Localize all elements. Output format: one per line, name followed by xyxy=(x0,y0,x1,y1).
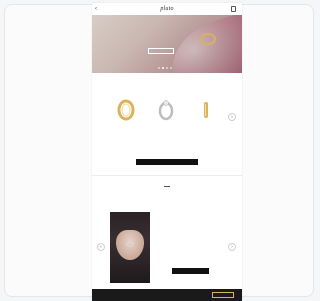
look-image[interactable] xyxy=(110,212,150,283)
hero-banner[interactable] xyxy=(92,15,242,73)
hero-cta-button[interactable] xyxy=(148,48,174,54)
carousel-dots xyxy=(158,67,178,70)
carousel-dot[interactable] xyxy=(158,67,160,69)
look-caption xyxy=(168,255,212,263)
looks-title xyxy=(92,189,242,195)
ring-icon xyxy=(117,99,135,121)
bestsellers-title xyxy=(92,83,242,89)
section-divider xyxy=(92,175,242,176)
mobile-page: ‹ pluto › ‹ › xyxy=(92,3,242,301)
chevron-right-icon[interactable]: › xyxy=(228,243,236,251)
product-card[interactable] xyxy=(146,98,186,143)
chevron-left-icon[interactable]: ‹ xyxy=(95,6,101,12)
product-card[interactable] xyxy=(186,98,226,143)
shop-look-button[interactable] xyxy=(172,268,209,274)
product-price xyxy=(106,133,146,137)
carousel-dot-active[interactable] xyxy=(162,67,164,69)
newsletter-bar xyxy=(92,289,242,301)
hero-image-ring xyxy=(200,33,216,45)
chevron-left-icon[interactable]: ‹ xyxy=(97,243,105,251)
hero-subtitle xyxy=(134,40,186,44)
earring-icon xyxy=(204,102,208,118)
chevron-right-icon[interactable]: › xyxy=(228,113,236,121)
section-mark xyxy=(164,186,170,187)
newsletter-text xyxy=(114,291,208,299)
hero-title xyxy=(130,33,190,39)
hero-image-leaf xyxy=(161,15,242,73)
product-price xyxy=(146,133,186,137)
shop-bestsellers-button[interactable] xyxy=(136,159,198,165)
newsletter-button[interactable] xyxy=(212,292,234,298)
shopping-bag-icon[interactable] xyxy=(231,6,236,12)
look-ring xyxy=(126,242,134,247)
product-price xyxy=(186,133,226,137)
carousel-dot[interactable] xyxy=(170,67,172,69)
ring-icon xyxy=(158,100,174,121)
brand-logo[interactable]: pluto xyxy=(147,4,187,14)
carousel-dot[interactable] xyxy=(166,67,168,69)
product-card[interactable] xyxy=(106,98,146,143)
top-bar: ‹ pluto xyxy=(92,3,242,15)
